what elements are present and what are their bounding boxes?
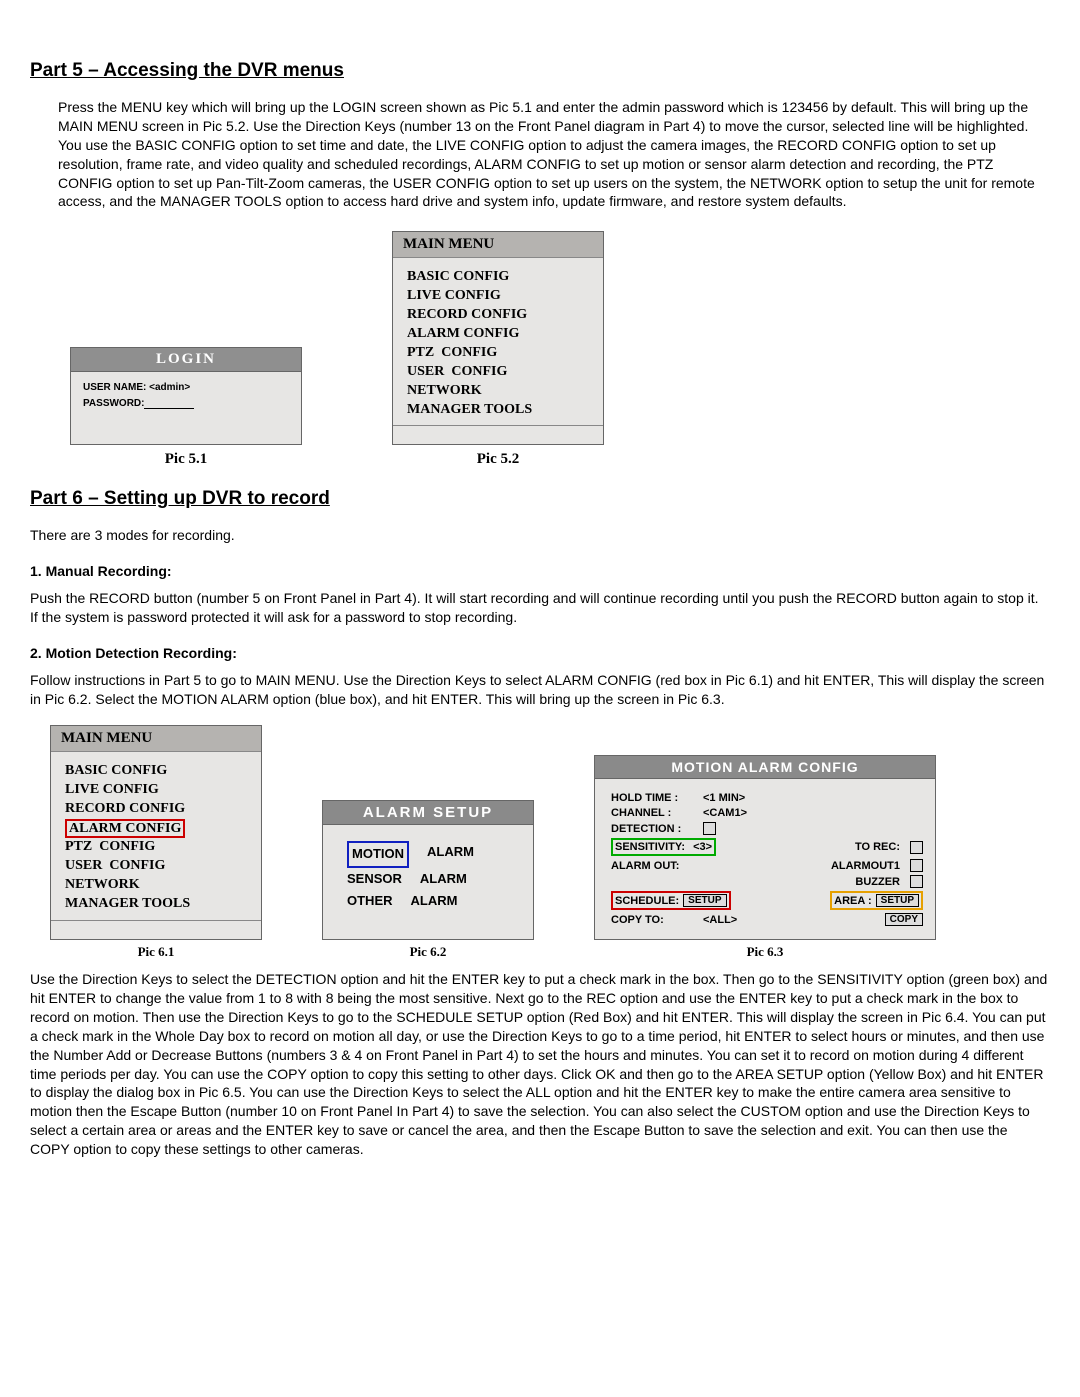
sensitivity-value: <3> <box>693 841 712 853</box>
menu-item: NETWORK <box>407 382 593 401</box>
menu-item: MANAGER TOOLS <box>407 401 593 420</box>
schedule-label: SCHEDULE: <box>615 895 679 907</box>
alarm-label: ALARM <box>411 890 458 913</box>
menu-item: PTZ CONFIG <box>65 838 251 857</box>
alarmout1-checkbox <box>910 859 923 872</box>
mainmenu-title: MAIN MENU <box>393 232 603 258</box>
password-field <box>144 408 194 409</box>
menu-item: LIVE CONFIG <box>407 287 593 306</box>
figure-5-1: LOGIN USER NAME: <admin> PASSWORD: Pic 5… <box>70 347 302 468</box>
copyto-value: <ALL> <box>703 914 737 926</box>
menu-item: MANAGER TOOLS <box>65 895 251 914</box>
motion-alarm-highlighted: MOTION <box>347 841 409 868</box>
menu-item: RECORD CONFIG <box>65 800 251 819</box>
caption-6-1: Pic 6.1 <box>50 944 262 960</box>
menu-item: BASIC CONFIG <box>65 762 251 781</box>
detection-checkbox <box>703 822 716 835</box>
login-title: LOGIN <box>71 348 301 372</box>
to-rec-label: TO REC: <box>855 841 900 853</box>
manual-recording-heading: 1. Manual Recording: <box>30 563 1050 579</box>
motion-recording-heading: 2. Motion Detection Recording: <box>30 645 1050 661</box>
hold-time-label: HOLD TIME : <box>611 792 693 804</box>
caption-6-3: Pic 6.3 <box>594 944 936 960</box>
password-label: PASSWORD: <box>83 398 144 409</box>
buzzer-label: BUZZER <box>855 876 900 888</box>
alarm-label: ALARM <box>427 841 474 868</box>
motion-recording-body1: Follow instructions in Part 5 to go to M… <box>30 671 1050 709</box>
caption-5-1: Pic 5.1 <box>70 451 302 468</box>
buzzer-checkbox <box>910 875 923 888</box>
figure-6-2: ALARM SETUP MOTION ALARM SENSOR ALARM OT… <box>322 800 534 960</box>
area-setup-button: SETUP <box>876 894 919 907</box>
alarm-setup-title: ALARM SETUP <box>323 801 533 825</box>
login-screenshot: LOGIN USER NAME: <admin> PASSWORD: <box>70 347 302 445</box>
mainmenu-screenshot: MAIN MENU BASIC CONFIG LIVE CONFIG RECOR… <box>392 231 604 445</box>
alarm-label: ALARM <box>420 868 467 891</box>
part5-body: Press the MENU key which will bring up t… <box>58 98 1050 211</box>
copyto-label: COPY TO: <box>611 914 693 926</box>
area-yellow-box: AREA : SETUP <box>830 891 923 910</box>
channel-value: <CAM1> <box>703 807 747 819</box>
username-value: <admin> <box>149 382 190 393</box>
to-rec-checkbox <box>910 841 923 854</box>
menu-item: USER CONFIG <box>407 363 593 382</box>
menu-item: BASIC CONFIG <box>407 268 593 287</box>
caption-6-2: Pic 6.2 <box>322 944 534 960</box>
menu-item: LIVE CONFIG <box>65 781 251 800</box>
menu-item: PTZ CONFIG <box>407 344 593 363</box>
part5-heading: Part 5 – Accessing the DVR menus <box>30 60 1050 82</box>
motion-recording-body2: Use the Direction Keys to select the DET… <box>30 970 1050 1159</box>
figure-5-2: MAIN MENU BASIC CONFIG LIVE CONFIG RECOR… <box>392 231 604 468</box>
menu-item: ALARM CONFIG <box>407 325 593 344</box>
area-label: AREA : <box>834 895 871 907</box>
menu-item: RECORD CONFIG <box>407 306 593 325</box>
figure-6-1: MAIN MENU BASIC CONFIG LIVE CONFIG RECOR… <box>50 725 262 960</box>
username-label: USER NAME: <box>83 382 146 393</box>
sensor-label: SENSOR <box>347 868 402 891</box>
hold-time-value: <1 MIN> <box>703 792 745 804</box>
copy-button: COPY <box>885 913 923 926</box>
caption-5-2: Pic 5.2 <box>392 451 604 468</box>
figure-row-6: MAIN MENU BASIC CONFIG LIVE CONFIG RECOR… <box>50 725 1050 960</box>
detection-label: DETECTION : <box>611 823 693 835</box>
schedule-red-box: SCHEDULE: SETUP <box>611 891 731 910</box>
manual-recording-body: Push the RECORD button (number 5 on Fron… <box>30 589 1050 627</box>
alarmout1-label: ALARMOUT1 <box>831 860 900 872</box>
menu-item-alarm-config-highlighted: ALARM CONFIG <box>65 819 185 838</box>
part6-heading: Part 6 – Setting up DVR to record <box>30 488 1050 510</box>
figure-6-3: MOTION ALARM CONFIG HOLD TIME : <1 MIN> … <box>594 755 936 960</box>
alarm-setup-screenshot: ALARM SETUP MOTION ALARM SENSOR ALARM OT… <box>322 800 534 940</box>
figure-row-5: LOGIN USER NAME: <admin> PASSWORD: Pic 5… <box>70 231 1050 468</box>
motion-alarm-config-screenshot: MOTION ALARM CONFIG HOLD TIME : <1 MIN> … <box>594 755 936 940</box>
mac-title: MOTION ALARM CONFIG <box>595 756 935 779</box>
other-label: OTHER <box>347 890 393 913</box>
channel-label: CHANNEL : <box>611 807 693 819</box>
part6-intro: There are 3 modes for recording. <box>30 526 1050 545</box>
schedule-setup-button: SETUP <box>683 894 726 907</box>
sensitivity-green-box: SENSITIVITY: <3> <box>611 838 716 856</box>
menu-item: NETWORK <box>65 876 251 895</box>
mainmenu61-screenshot: MAIN MENU BASIC CONFIG LIVE CONFIG RECOR… <box>50 725 262 940</box>
menu-item: USER CONFIG <box>65 857 251 876</box>
alarm-out-label: ALARM OUT: <box>611 860 693 872</box>
mainmenu61-title: MAIN MENU <box>51 726 261 752</box>
sensitivity-label: SENSITIVITY: <box>615 841 685 853</box>
